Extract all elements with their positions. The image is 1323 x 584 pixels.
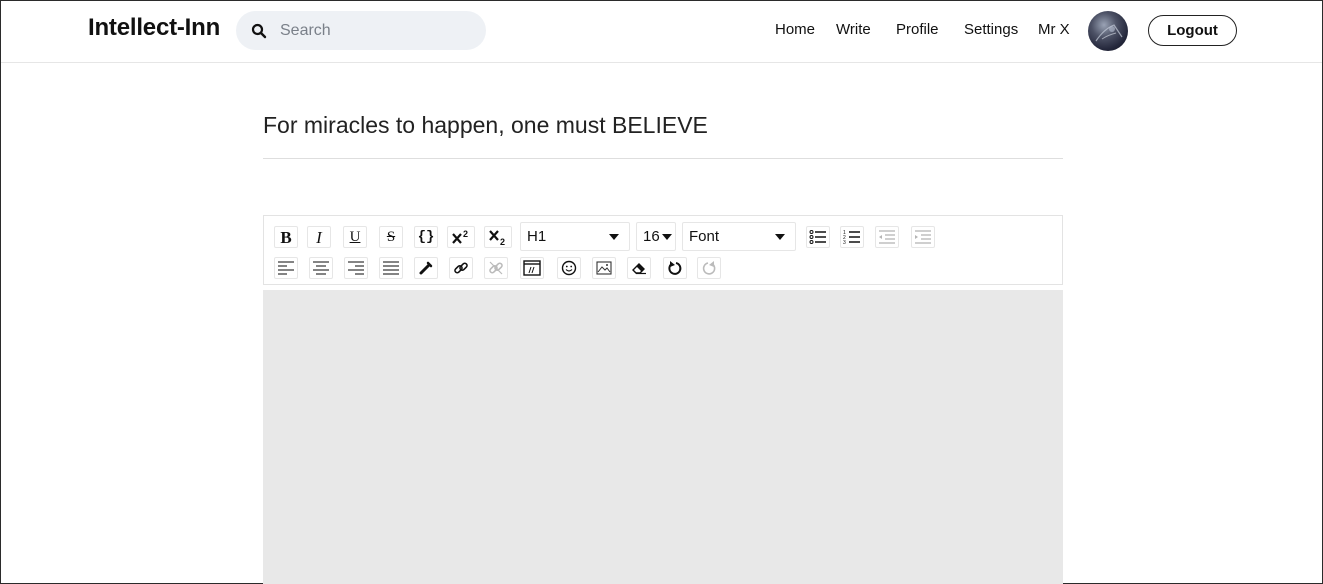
- align-left-icon: [278, 261, 294, 275]
- nav-username[interactable]: Mr X: [1038, 21, 1070, 38]
- clear-format-button[interactable]: [627, 257, 651, 279]
- eraser-icon: [632, 263, 646, 275]
- unordered-list-button[interactable]: [806, 226, 830, 248]
- code-button[interactable]: {}: [414, 226, 438, 248]
- redo-button[interactable]: [697, 257, 721, 279]
- subscript-icon: 2: [489, 230, 505, 246]
- post-title-input[interactable]: For miracles to happen, one must BELIEVE: [263, 112, 1063, 159]
- undo-icon: [668, 261, 682, 275]
- superscript-button[interactable]: 2: [447, 226, 475, 248]
- font-family-select[interactable]: Font: [682, 222, 796, 251]
- link-button[interactable]: [449, 257, 473, 279]
- link-icon: [454, 262, 468, 274]
- bold-icon: B: [280, 227, 292, 247]
- indent-button[interactable]: [911, 226, 935, 248]
- align-right-icon: [348, 261, 364, 275]
- strikethrough-button[interactable]: S: [379, 226, 403, 248]
- emoji-button[interactable]: [557, 257, 581, 279]
- image-icon: [596, 261, 612, 275]
- font-size-value: 16: [643, 228, 660, 245]
- search-box[interactable]: [236, 11, 486, 50]
- unlink-button[interactable]: [484, 257, 508, 279]
- redo-icon: [702, 261, 716, 275]
- outdent-button[interactable]: [875, 226, 899, 248]
- font-size-select[interactable]: 16: [636, 222, 676, 251]
- unlink-icon: [489, 261, 503, 275]
- code-view-button[interactable]: [520, 257, 544, 279]
- avatar[interactable]: [1088, 11, 1128, 51]
- nav-write[interactable]: Write: [836, 21, 871, 38]
- superscript-icon: 2: [452, 229, 468, 244]
- code-icon: {}: [417, 229, 435, 245]
- nav-home[interactable]: Home: [775, 21, 815, 38]
- block-format-value: H1: [527, 228, 547, 245]
- logout-button[interactable]: Logout: [1148, 15, 1237, 46]
- font-family-value: Font: [689, 228, 720, 245]
- bold-button[interactable]: B: [274, 226, 298, 248]
- align-right-button[interactable]: [344, 257, 368, 279]
- underline-button[interactable]: U: [343, 226, 367, 248]
- align-justify-button[interactable]: [379, 257, 403, 279]
- chevron-down-icon: [775, 234, 785, 240]
- indent-icon: [915, 230, 931, 244]
- svg-text:2: 2: [500, 237, 505, 246]
- search-icon: [251, 23, 267, 39]
- align-left-button[interactable]: [274, 257, 298, 279]
- code-view-icon: [523, 260, 541, 276]
- undo-button[interactable]: [663, 257, 687, 279]
- align-center-icon: [313, 261, 329, 275]
- align-center-button[interactable]: [309, 257, 333, 279]
- strikethrough-icon: S: [386, 228, 396, 245]
- block-format-select[interactable]: H1: [520, 222, 630, 251]
- eyedropper-icon: [419, 261, 433, 275]
- editor-content-area[interactable]: [263, 290, 1063, 584]
- brand-logo[interactable]: Intellect-Inn: [88, 14, 220, 42]
- text-color-button[interactable]: [414, 257, 438, 279]
- nav-settings[interactable]: Settings: [964, 21, 1018, 38]
- search-input[interactable]: [280, 11, 476, 50]
- editor-toolbar: B I U S {} 2 2 H1 16 Font 1 2 3: [263, 215, 1063, 285]
- smiley-icon: [561, 260, 577, 276]
- italic-button[interactable]: I: [307, 226, 331, 248]
- italic-icon: I: [316, 227, 322, 247]
- outdent-icon: [879, 230, 895, 244]
- chevron-down-icon: [609, 234, 619, 240]
- numbered-list-icon: 1 2 3: [843, 230, 860, 245]
- image-button[interactable]: [592, 257, 616, 279]
- subscript-button[interactable]: 2: [484, 226, 512, 248]
- svg-text:3: 3: [843, 240, 846, 245]
- bullet-list-icon: [809, 230, 826, 244]
- chevron-down-icon: [662, 234, 672, 240]
- svg-text:2: 2: [463, 229, 468, 239]
- navbar: Intellect-Inn Home Write Profile Setting…: [1, 1, 1322, 63]
- align-justify-icon: [383, 261, 399, 275]
- underline-icon: U: [349, 228, 361, 245]
- ordered-list-button[interactable]: 1 2 3: [840, 226, 864, 248]
- nav-profile[interactable]: Profile: [896, 21, 939, 38]
